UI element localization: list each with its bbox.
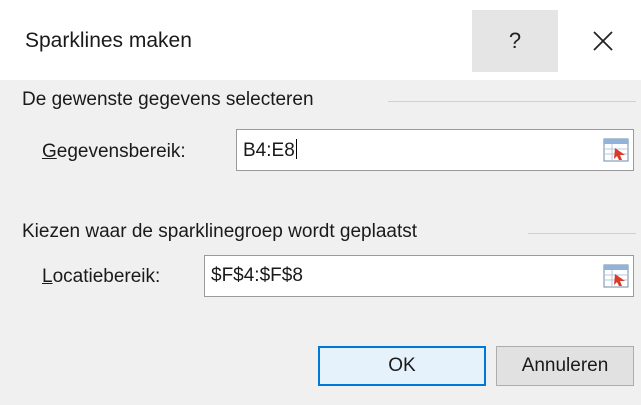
data-range-value: B4:E8 <box>243 139 297 162</box>
ok-button-label: OK <box>388 355 416 376</box>
location-range-input[interactable]: $F$4:$F$8 <box>204 255 634 297</box>
help-icon: ? <box>508 28 522 53</box>
cancel-button[interactable]: Annuleren <box>496 346 634 386</box>
text-caret <box>295 139 297 159</box>
close-button[interactable] <box>572 10 634 72</box>
mnemonic-letter: L <box>42 266 53 287</box>
data-range-label-text: egevensbereik: <box>56 141 186 162</box>
ok-button[interactable]: OK <box>318 346 486 386</box>
help-button[interactable]: ? <box>472 10 558 72</box>
cancel-button-label: Annuleren <box>521 355 609 376</box>
section-divider <box>528 233 636 234</box>
data-range-text: B4:E8 <box>243 140 295 161</box>
range-picker-icon[interactable] <box>603 138 629 162</box>
data-range-input[interactable]: B4:E8 <box>236 129 634 171</box>
sparklines-dialog: Sparklines maken ? De gewenste gegevens … <box>0 0 641 405</box>
location-section-heading: Kiezen waar de sparklinegroep wordt gepl… <box>22 221 418 242</box>
close-icon <box>593 31 613 51</box>
dialog-title: Sparklines maken <box>25 29 192 52</box>
title-bar: Sparklines maken ? <box>0 0 641 80</box>
data-range-label: Gegevensbereik: <box>42 141 186 163</box>
data-section-heading: De gewenste gegevens selecteren <box>22 89 314 110</box>
location-range-label-text: ocatiebereik: <box>52 266 161 287</box>
range-picker-icon[interactable] <box>603 264 629 288</box>
mnemonic-letter: G <box>42 141 57 162</box>
location-range-value: $F$4:$F$8 <box>211 265 303 286</box>
location-range-label: Locatiebereik: <box>42 266 160 288</box>
section-divider <box>388 101 636 102</box>
